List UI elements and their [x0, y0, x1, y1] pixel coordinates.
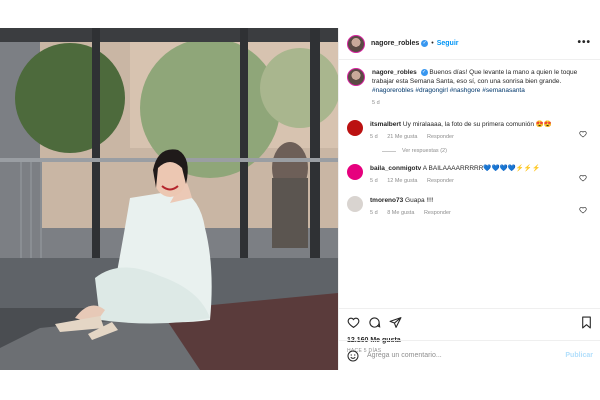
comment-body: baila_conmigotv A BAILAAAARRRRR💙💙💙💙⚡⚡⚡ 5…	[370, 164, 593, 186]
comment-meta: 5 d 21 Me gusta Responder	[370, 133, 579, 142]
comment-row: baila_conmigotv A BAILAAAARRRRR💙💙💙💙⚡⚡⚡ 5…	[347, 164, 593, 186]
view-replies-button[interactable]: Ver respuestas (2)	[382, 148, 593, 154]
bookmark-icon[interactable]	[580, 316, 593, 329]
caption-hashtags[interactable]: #nagorerobles #dragongirl #nashgore #sem…	[372, 86, 579, 95]
comment-text: A BAILAAAARRRRR💙💙💙💙⚡⚡⚡	[422, 165, 541, 172]
comment-body: tmoreno73 Guapa !!!! 5 d 8 Me gusta Resp…	[370, 196, 593, 218]
avatar[interactable]	[347, 120, 363, 136]
post-side-panel: nagore_robles ✓ • Seguir ••• nagore_robl…	[338, 28, 600, 370]
replies-line	[382, 150, 396, 152]
verified-badge-icon: ✓	[420, 68, 428, 76]
comments-list: nagore_robles ✓ Buenos días! Que levante…	[339, 60, 600, 308]
avatar[interactable]	[347, 34, 365, 53]
view-replies-label[interactable]: Ver respuestas (2)	[402, 148, 447, 154]
caption-row: nagore_robles ✓ Buenos días! Que levante…	[347, 68, 593, 108]
comment-body: itsmalbert Uy miralaaaa, la foto de su p…	[370, 120, 593, 142]
reply-button[interactable]: Responder	[427, 134, 454, 140]
comment-row: itsmalbert Uy miralaaaa, la foto de su p…	[347, 120, 593, 142]
comment-username[interactable]: tmoreno73	[370, 197, 403, 204]
caption-age: 5 d	[372, 100, 380, 106]
action-icons	[347, 315, 593, 329]
comment-likes[interactable]: 21 Me gusta	[387, 134, 417, 140]
caption-body: nagore_robles ✓ Buenos días! Que levante…	[372, 68, 593, 108]
instagram-post-page: nagore_robles ✓ • Seguir ••• nagore_robl…	[0, 0, 600, 400]
like-heart-icon[interactable]	[579, 174, 587, 182]
post-card: nagore_robles ✓ • Seguir ••• nagore_robl…	[0, 28, 600, 370]
emoji-icon[interactable]	[347, 350, 359, 362]
follow-button[interactable]: Seguir	[437, 40, 459, 47]
post-photo[interactable]	[0, 28, 338, 370]
separator-dot: •	[431, 40, 434, 47]
comment-input[interactable]: Agrega un comentario...	[367, 352, 565, 359]
post-header: nagore_robles ✓ • Seguir •••	[339, 28, 600, 60]
like-heart-icon[interactable]	[579, 206, 587, 214]
comment-composer: Agrega un comentario... Publicar	[339, 340, 600, 370]
comment-likes[interactable]: 8 Me gusta	[387, 210, 414, 216]
avatar[interactable]	[347, 164, 363, 180]
comment-meta: 5 d 12 Me gusta Responder	[370, 177, 579, 186]
more-options-icon[interactable]: •••	[577, 37, 591, 48]
share-paper-plane-icon[interactable]	[389, 316, 402, 329]
comment-age: 5 d	[370, 134, 378, 140]
reply-button[interactable]: Responder	[424, 210, 451, 216]
comment-age: 5 d	[370, 210, 378, 216]
publish-button[interactable]: Publicar	[565, 352, 593, 359]
like-heart-icon[interactable]	[579, 130, 587, 138]
header-username[interactable]: nagore_robles	[371, 40, 419, 47]
comment-meta: 5 d 8 Me gusta Responder	[370, 209, 579, 218]
reply-button[interactable]: Responder	[427, 178, 454, 184]
caption-meta: 5 d	[372, 99, 579, 108]
comment-likes[interactable]: 12 Me gusta	[387, 178, 417, 184]
comment-text: Uy miralaaaa, la foto de su primera comu…	[402, 121, 553, 128]
comment-text: Guapa !!!!	[405, 197, 434, 204]
comment-age: 5 d	[370, 178, 378, 184]
comment-bubble-icon[interactable]	[368, 316, 381, 329]
avatar[interactable]	[347, 196, 363, 212]
comment-username[interactable]: itsmalbert	[370, 121, 401, 128]
like-heart-icon[interactable]	[347, 316, 360, 329]
comment-username[interactable]: baila_conmigotv	[370, 165, 421, 172]
photo-illustration	[0, 28, 338, 370]
verified-badge-icon: ✓	[421, 40, 429, 47]
avatar[interactable]	[347, 68, 365, 86]
caption-username[interactable]: nagore_robles	[372, 69, 417, 76]
comment-row: tmoreno73 Guapa !!!! 5 d 8 Me gusta Resp…	[347, 196, 593, 218]
